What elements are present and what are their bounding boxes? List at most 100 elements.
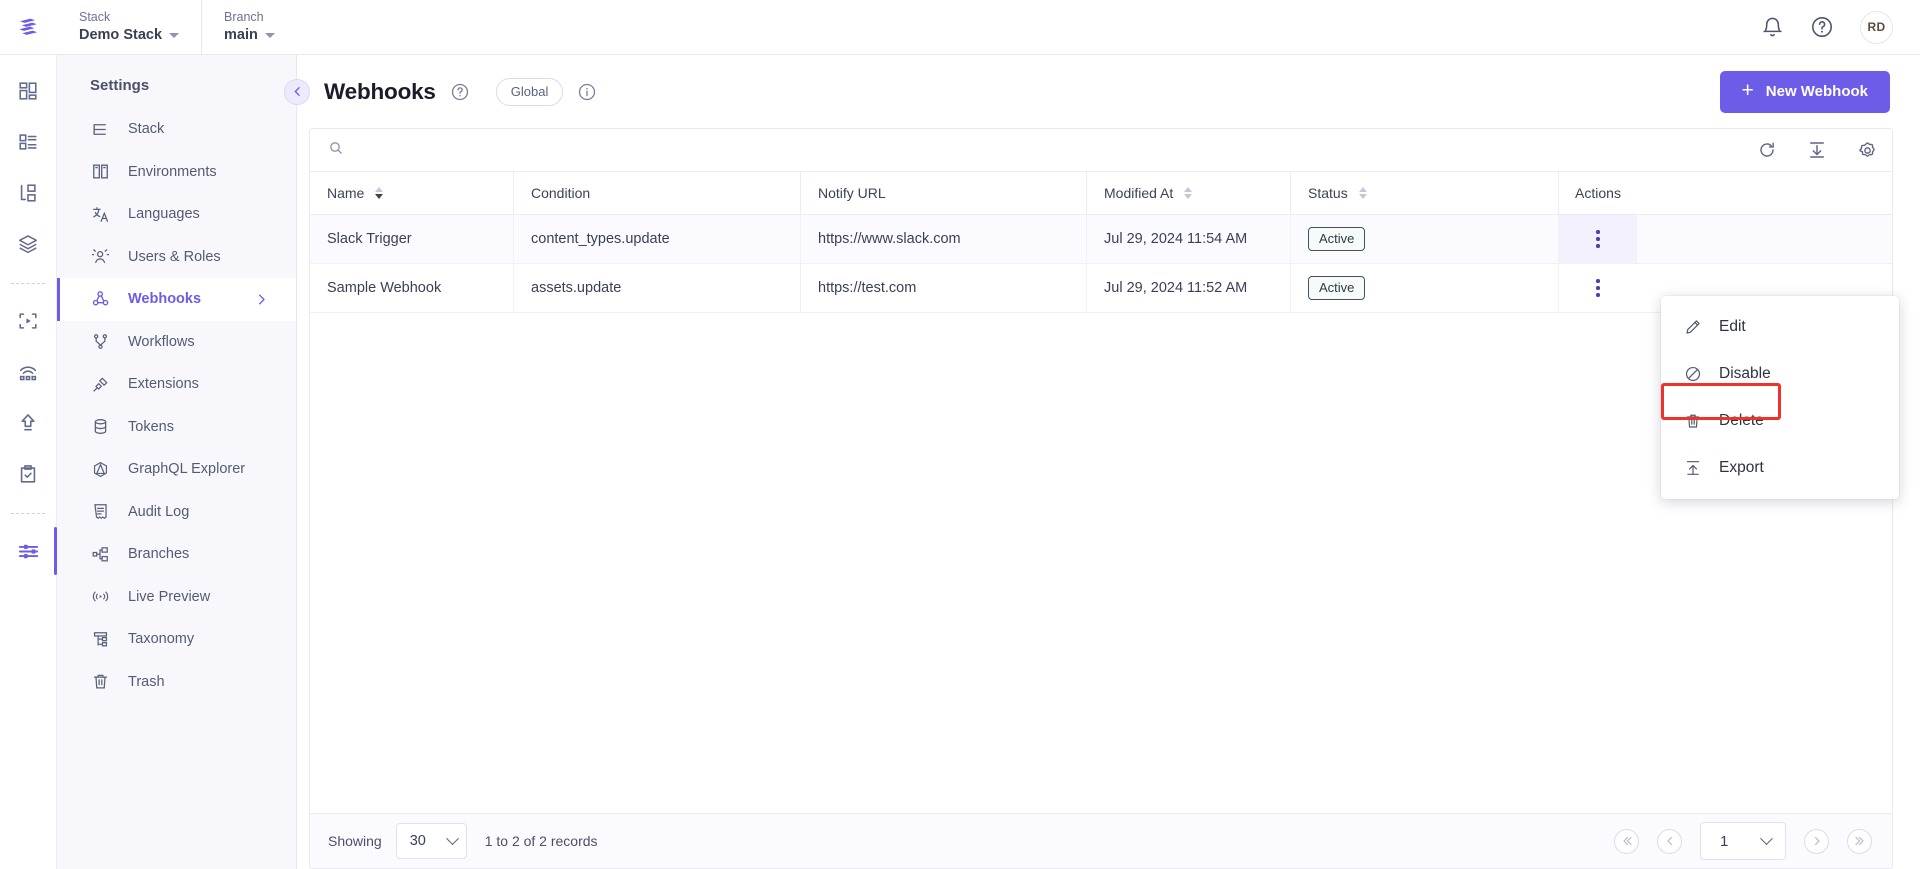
scope-info-button[interactable]	[577, 82, 597, 102]
bell-icon	[1762, 17, 1783, 36]
graphql-icon	[90, 459, 111, 480]
menu-item-edit[interactable]: Edit	[1661, 303, 1899, 350]
live-preview-icon	[90, 586, 111, 607]
table-row[interactable]: Slack Trigger content_types.update https…	[310, 215, 1892, 264]
trash-icon	[1683, 411, 1702, 430]
row-actions-button[interactable]	[1559, 215, 1637, 263]
sidebar-item-audit-log[interactable]: Audit Log	[57, 491, 296, 534]
branch-selector[interactable]: Branch main	[201, 0, 297, 55]
stack-selector-label: Stack	[79, 10, 111, 24]
sidebar-item-branches[interactable]: Branches	[57, 533, 296, 576]
sidebar-item-extensions[interactable]: Extensions	[57, 363, 296, 406]
menu-item-disable[interactable]: Disable	[1661, 350, 1899, 397]
page-size-select[interactable]: 30	[395, 823, 467, 859]
status-badge: Active	[1308, 227, 1366, 251]
first-page-button[interactable]	[1614, 828, 1639, 854]
column-header-condition: Condition	[514, 172, 801, 214]
rail-publish-queue[interactable]	[8, 403, 48, 443]
column-header-name[interactable]: Name	[310, 172, 514, 214]
rail-dashboard[interactable]	[8, 71, 48, 111]
chevron-down-icon	[1760, 831, 1773, 845]
column-label: Modified At	[1104, 185, 1174, 201]
rail-divider	[11, 513, 45, 514]
stack-selector[interactable]: Stack Demo Stack	[57, 0, 201, 55]
pagination-left: Showing 30 1 to 2 of 2 records	[328, 823, 598, 859]
table-body: Slack Trigger content_types.update https…	[310, 215, 1892, 813]
sidebar-item-languages[interactable]: Languages	[57, 193, 296, 236]
new-webhook-button[interactable]: + New Webhook	[1719, 70, 1890, 113]
last-page-button[interactable]	[1847, 828, 1872, 854]
sidebar-item-workflows[interactable]: Workflows	[57, 321, 296, 364]
sidebar-item-taxonomy[interactable]: Taxonomy	[57, 618, 296, 661]
toolbar-icons	[1757, 140, 1878, 161]
sidebar-item-label: GraphQL Explorer	[128, 461, 246, 478]
rail-releases[interactable]	[8, 352, 48, 392]
sidebar-item-trash[interactable]: Trash	[57, 661, 296, 704]
branches-icon	[90, 544, 111, 565]
refresh-button[interactable]	[1757, 140, 1777, 160]
sidebar-item-label: Audit Log	[128, 503, 190, 520]
sidebar-item-users-roles[interactable]: Users & Roles	[57, 236, 296, 279]
page-number-select[interactable]: 1	[1700, 822, 1786, 860]
sidebar-item-label: Environments	[128, 163, 217, 180]
search-zone	[328, 140, 1757, 161]
menu-item-export[interactable]: Export	[1661, 444, 1899, 491]
publish-queue-icon	[21, 414, 35, 431]
table-header-row: Name Condition Notify URL Modified At St…	[310, 172, 1892, 215]
page-size-value: 30	[409, 833, 426, 849]
app-logo[interactable]	[0, 0, 57, 55]
sidebar-item-stack[interactable]: Stack	[57, 108, 296, 151]
page-help-button[interactable]	[450, 82, 470, 102]
rail-entries[interactable]	[8, 173, 48, 213]
avatar[interactable]: RD	[1860, 10, 1893, 44]
cell-modified-at: Jul 29, 2024 11:54 AM	[1087, 215, 1291, 263]
rail-assets[interactable]	[8, 224, 48, 264]
notifications-button[interactable]	[1761, 16, 1784, 39]
next-page-button[interactable]	[1804, 828, 1829, 854]
row-actions-button[interactable]	[1559, 264, 1637, 312]
kebab-menu-icon	[1596, 230, 1600, 248]
new-webhook-label: New Webhook	[1765, 83, 1868, 100]
collapse-sidebar-button[interactable]	[284, 78, 310, 105]
previous-page-button[interactable]	[1657, 828, 1682, 854]
question-circle-icon	[1812, 17, 1832, 37]
branch-selector-label: Branch	[224, 10, 264, 24]
column-label: Status	[1308, 185, 1348, 201]
menu-item-delete[interactable]: Delete	[1661, 397, 1899, 444]
table-settings-button[interactable]	[1857, 140, 1878, 161]
refresh-icon	[1760, 142, 1774, 157]
chevron-double-left-icon	[1622, 836, 1632, 846]
chevron-double-right-icon	[1854, 836, 1864, 846]
sidebar-item-environments[interactable]: Environments	[57, 151, 296, 194]
sidebar-item-live-preview[interactable]: Live Preview	[57, 576, 296, 619]
download-button[interactable]	[1807, 140, 1827, 160]
cell-name: Slack Trigger	[310, 215, 514, 263]
rail-settings[interactable]	[8, 527, 57, 575]
tasks-icon	[20, 465, 36, 483]
search-input[interactable]	[355, 142, 775, 158]
table-row[interactable]: Sample Webhook assets.update https://tes…	[310, 264, 1892, 313]
sidebar-item-tokens[interactable]: Tokens	[57, 406, 296, 449]
sidebar-item-label: Languages	[128, 206, 200, 223]
live-preview-icon	[19, 313, 37, 329]
upload-icon	[1683, 458, 1702, 477]
taxonomy-icon	[90, 629, 111, 650]
chevron-down-icon	[264, 33, 275, 38]
sidebar-item-graphql-explorer[interactable]: GraphQL Explorer	[57, 448, 296, 491]
download-icon	[1810, 142, 1824, 158]
scope-badge[interactable]: Global	[495, 77, 564, 106]
left-icon-rail	[0, 55, 57, 869]
sidebar-item-webhooks[interactable]: Webhooks	[57, 278, 296, 321]
column-header-status[interactable]: Status	[1291, 172, 1559, 214]
stack-selector-value: Demo Stack	[79, 26, 180, 45]
sidebar-item-label: Taxonomy	[128, 631, 195, 648]
rail-content-types[interactable]	[8, 122, 48, 162]
column-header-modified-at[interactable]: Modified At	[1087, 172, 1291, 214]
column-header-notify-url: Notify URL	[801, 172, 1087, 214]
table-footer: Showing 30 1 to 2 of 2 records 1	[310, 813, 1892, 868]
page-header: Webhooks Global + New Webhook	[284, 55, 1920, 128]
help-button[interactable]	[1810, 15, 1834, 39]
rail-live-preview[interactable]	[8, 301, 48, 341]
rail-tasks[interactable]	[8, 454, 48, 494]
chevron-left-icon	[294, 87, 300, 96]
